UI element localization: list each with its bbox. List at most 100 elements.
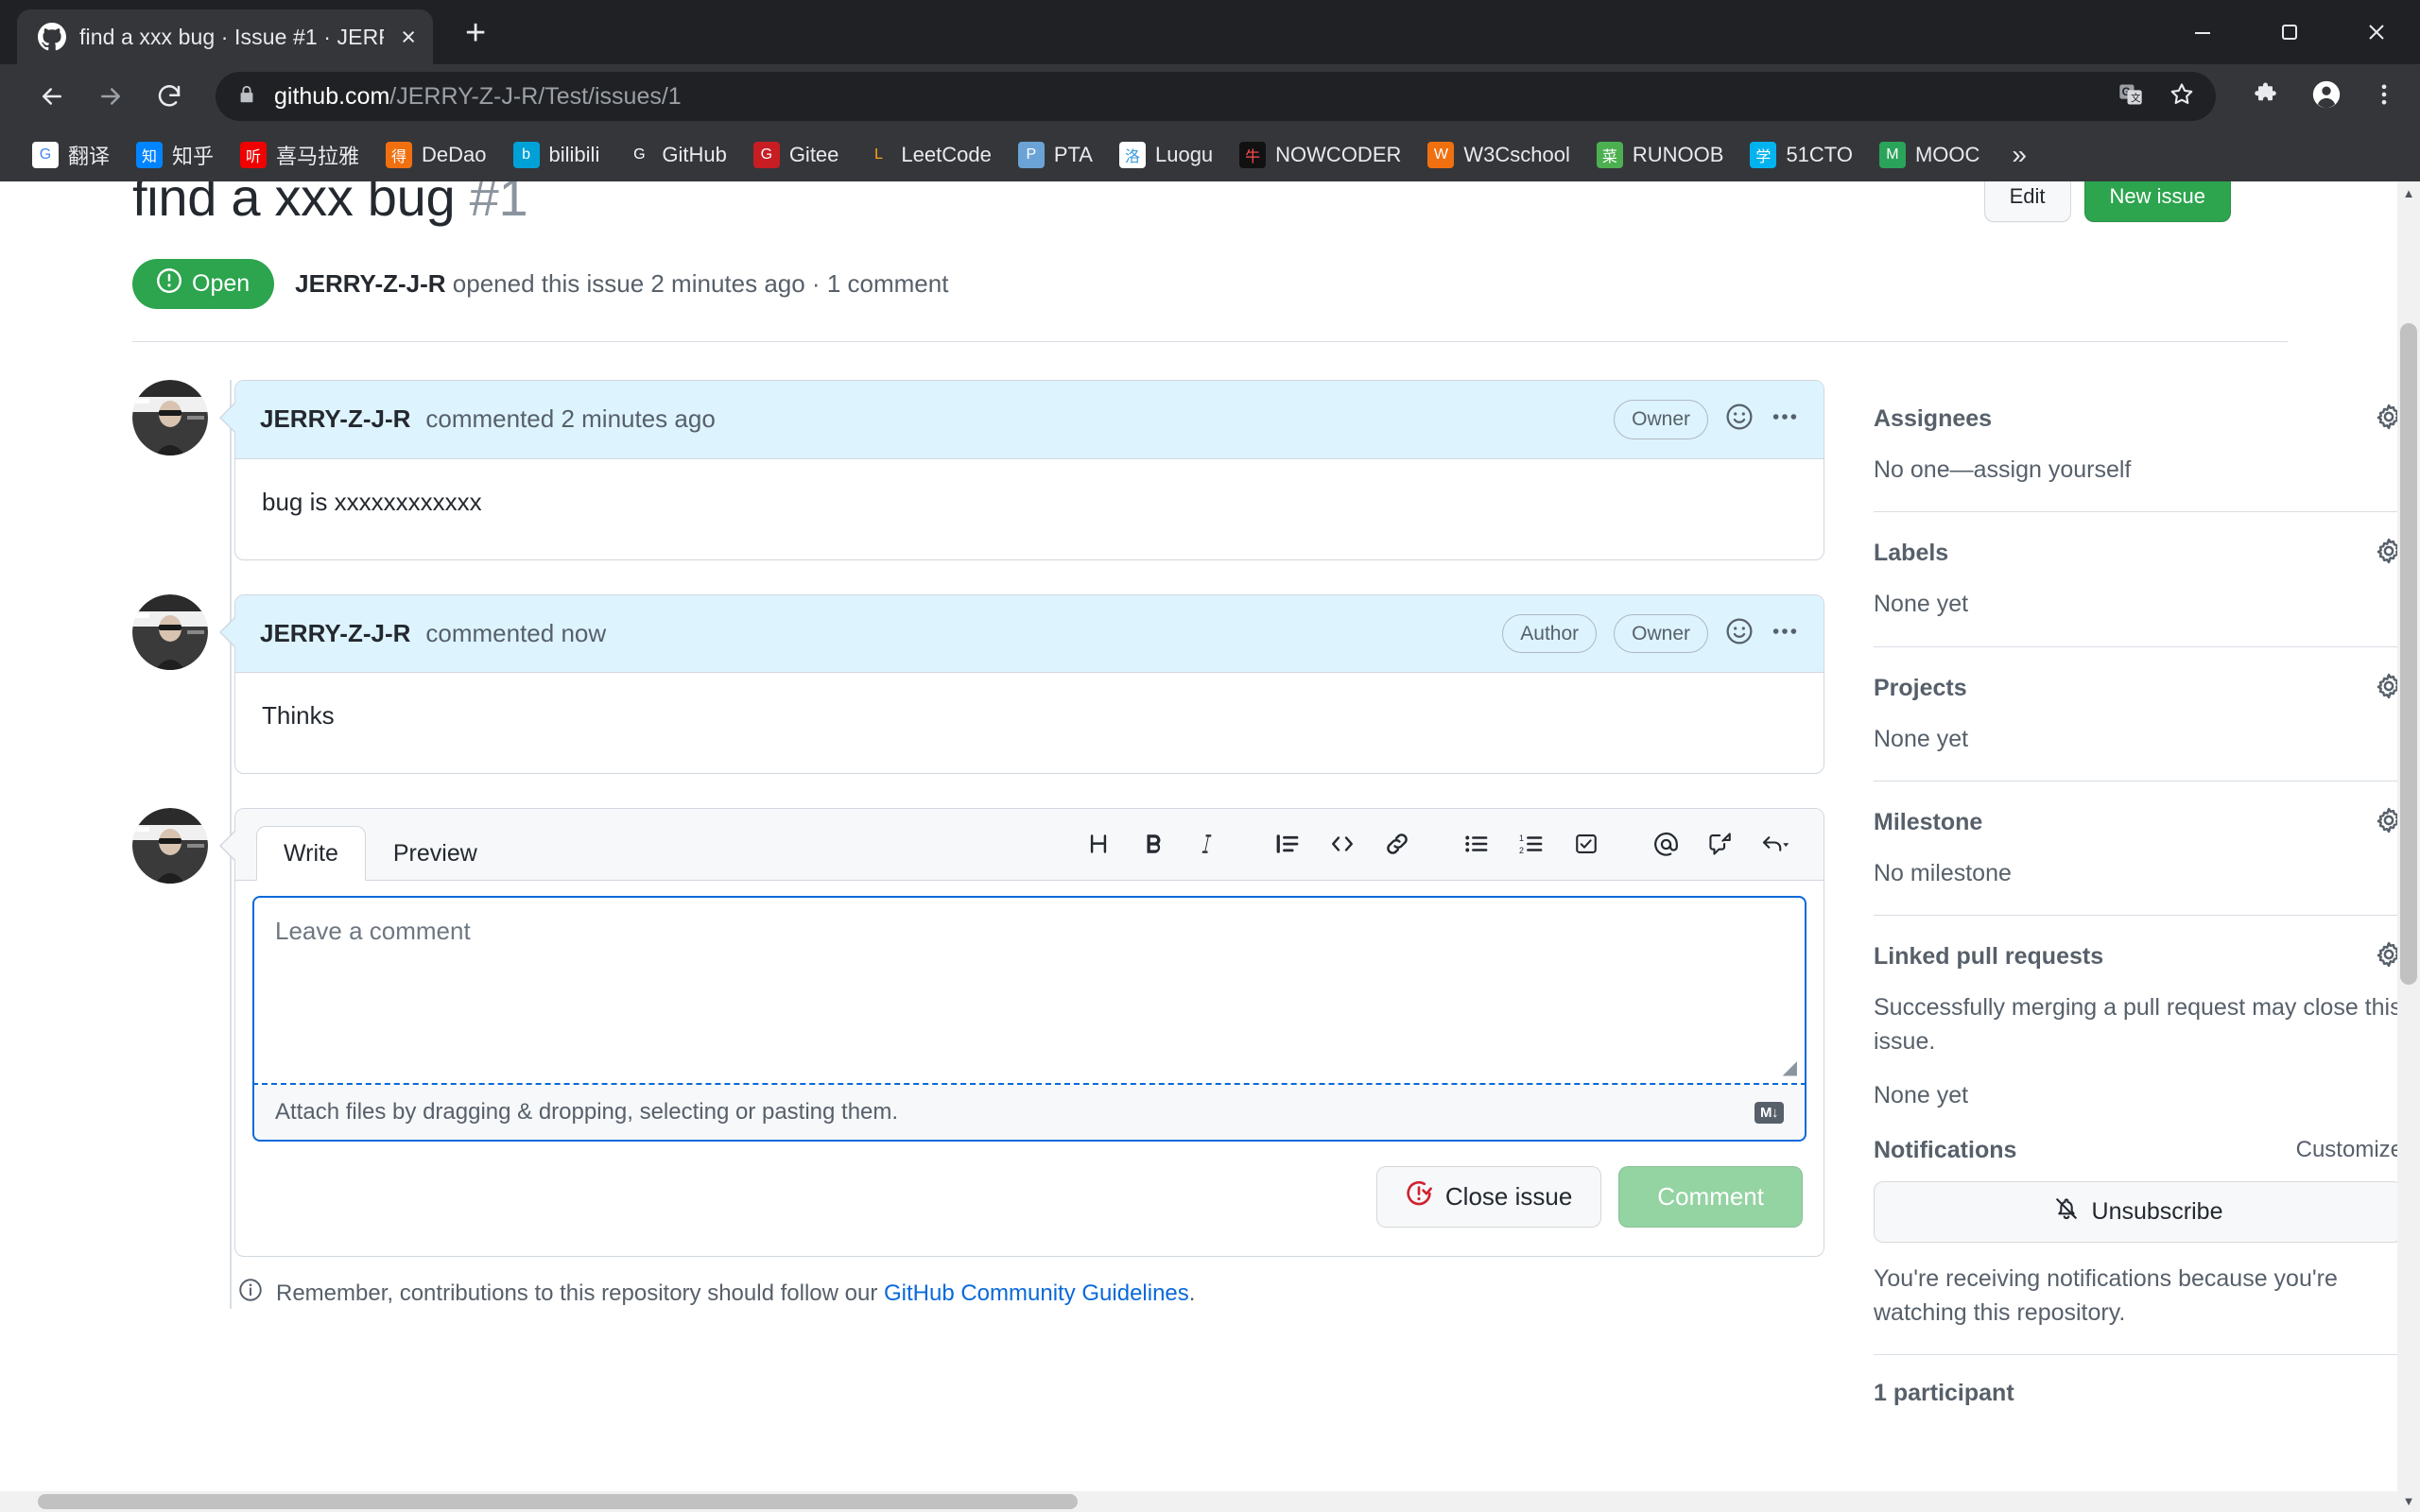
bookmark-label: MOOC [1914, 143, 1980, 166]
bookmark-NOWCODER[interactable]: 牛 NOWCODER [1226, 134, 1414, 176]
star-icon[interactable] [2169, 81, 2195, 112]
bookmark-Luogu[interactable]: 洛 Luogu [1106, 134, 1226, 176]
role-badge-owner: Owner [1614, 613, 1708, 653]
reference-icon[interactable] [1693, 821, 1748, 867]
bookmark-51CTO[interactable]: 学 51CTO [1737, 134, 1866, 176]
reload-button[interactable] [140, 67, 199, 126]
reply-icon[interactable] [1748, 821, 1803, 867]
sidebar-section-notifications: Notifications Customize Unsubscribe You'… [1874, 1137, 2403, 1355]
sidebar-section-header: Projects [1874, 672, 2403, 705]
hscrollbar-thumb[interactable] [38, 1494, 1078, 1509]
issue-meta-middle: opened this issue 2 minutes ago · [445, 269, 827, 298]
bookmark-label: Luogu [1154, 143, 1214, 166]
kebab-menu-icon[interactable] [1771, 617, 1799, 650]
scroll-down-icon[interactable]: ▼ [2397, 1489, 2420, 1512]
attach-files-hint[interactable]: Attach files by dragging & dropping, sel… [252, 1083, 1806, 1142]
scrollbar-thumb[interactable] [2400, 323, 2417, 985]
edit-button[interactable]: Edit [1983, 181, 2071, 222]
bookmark-知乎[interactable]: 知知乎 [123, 134, 227, 176]
forward-button[interactable] [81, 67, 140, 126]
bookmark-label: bilibili [548, 143, 600, 166]
bold-icon[interactable] [1126, 821, 1181, 867]
bookmark-DeDao[interactable]: 得 DeDao [372, 134, 499, 176]
code-icon[interactable] [1315, 821, 1370, 867]
puzzle-icon[interactable] [2254, 80, 2282, 113]
avatar[interactable] [132, 380, 208, 455]
comment-placeholder: Leave a comment [275, 917, 471, 945]
sidebar-section-header: Milestone [1874, 806, 2403, 839]
close-icon[interactable]: × [397, 24, 420, 50]
bookmark-label: PTA [1053, 143, 1093, 166]
heading-icon[interactable] [1071, 821, 1126, 867]
runoob-icon: 菜 [1596, 142, 1623, 168]
bookmark-Gitee[interactable]: G Gitee [740, 134, 853, 176]
community-guidelines-link[interactable]: GitHub Community Guidelines [884, 1280, 1189, 1306]
translate-icon[interactable]: G文 [2118, 81, 2144, 112]
cto51-icon: 学 [1750, 142, 1777, 168]
scroll-up-icon[interactable]: ▲ [2397, 181, 2420, 204]
google-translate-icon: G [32, 142, 59, 168]
issue-header-actions: Edit New issue [1983, 181, 2231, 222]
comment-input[interactable]: Leave a comment ◢ [252, 896, 1806, 1083]
comment-body: Thinks [262, 701, 335, 730]
bookmark-label: DeDao [422, 143, 487, 166]
tab-preview[interactable]: Preview [366, 826, 505, 881]
bookmark-喜马拉雅[interactable]: 听喜马拉雅 [227, 134, 372, 176]
sidebar-section-title: Milestone [1874, 808, 1983, 835]
back-button[interactable] [23, 67, 81, 126]
bookmark-LeetCode[interactable]: L LeetCode [852, 134, 1004, 176]
account-icon[interactable] [2310, 78, 2342, 115]
quote-icon[interactable] [1260, 821, 1315, 867]
comment-button[interactable]: Comment [1618, 1166, 1803, 1228]
link-icon[interactable] [1370, 821, 1425, 867]
sidebar-section-text: No one—assign yourself [1874, 456, 2132, 483]
note-prefix: Remember, contributions to this reposito… [276, 1280, 884, 1306]
resize-grip-icon[interactable]: ◢ [1783, 1056, 1797, 1079]
mention-icon[interactable] [1638, 821, 1693, 867]
bookmark-RUNOOB[interactable]: 菜 RUNOOB [1583, 134, 1737, 176]
vertical-scrollbar[interactable]: ▲ ▼ [2397, 181, 2420, 1512]
bookmark-MOOC[interactable]: M MOOC [1866, 134, 1993, 176]
horizontal-scrollbar[interactable] [0, 1491, 2397, 1512]
comment-author[interactable]: JERRY-Z-J-R [260, 404, 410, 434]
smiley-icon[interactable] [1725, 403, 1754, 436]
ordered-list-icon[interactable]: 12 [1504, 821, 1559, 867]
bookmark-label: Gitee [788, 143, 839, 166]
unordered-list-icon[interactable] [1449, 821, 1504, 867]
bookmark-PTA[interactable]: P PTA [1005, 134, 1106, 176]
three-dot-menu-icon[interactable] [2371, 81, 2397, 112]
minimize-icon[interactable] [2159, 0, 2246, 64]
tab-write[interactable]: Write [256, 826, 366, 881]
bookmark-label: LeetCode [901, 143, 992, 166]
bookmarks-overflow-button[interactable]: » [2002, 140, 2036, 170]
task-list-icon[interactable] [1559, 821, 1614, 867]
lock-icon [236, 84, 257, 110]
browser-tab[interactable]: find a xxx bug · Issue #1 · JERR × [17, 9, 433, 64]
sidebar-section-title: Notifications [1874, 1136, 2017, 1163]
bookmark-GitHub[interactable]: G GitHub [613, 134, 739, 176]
avatar[interactable] [132, 593, 208, 670]
sidebar-section-text: None yet [1874, 725, 1969, 752]
new-issue-button[interactable]: New issue [2083, 181, 2231, 222]
close-issue-button[interactable]: Close issue [1375, 1166, 1602, 1228]
italic-icon[interactable] [1181, 821, 1236, 867]
address-bar[interactable]: github.com/JERRY-Z-J-R/Test/issues/1 G文 [216, 72, 2216, 121]
window-close-icon[interactable] [2333, 0, 2420, 64]
url-text: github.com/JERRY-Z-J-R/Test/issues/1 [274, 83, 682, 111]
issue-meta-comments: 1 comment [826, 269, 949, 298]
maximize-icon[interactable] [2246, 0, 2333, 64]
svg-text:2: 2 [1519, 846, 1524, 855]
kebab-menu-icon[interactable] [1771, 403, 1799, 436]
bookmark-W3Cschool[interactable]: W W3Cschool [1414, 134, 1582, 176]
bookmark-bilibili[interactable]: b bilibili [500, 134, 614, 176]
smiley-icon[interactable] [1725, 617, 1754, 650]
comment-author[interactable]: JERRY-Z-J-R [260, 619, 410, 648]
status-badge-label: Open [192, 270, 251, 297]
unsubscribe-button[interactable]: Unsubscribe [1874, 1180, 2403, 1243]
new-tab-button[interactable]: + [465, 15, 486, 51]
customize-link[interactable]: Customize [2296, 1137, 2403, 1163]
tab-strip: find a xxx bug · Issue #1 · JERR × + [0, 0, 2420, 64]
sidebar-section-projects: Projects None yet [1874, 645, 2403, 781]
sidebar-section-title: Assignees [1874, 405, 1993, 432]
bookmark-翻译[interactable]: G 翻译 [19, 134, 123, 176]
